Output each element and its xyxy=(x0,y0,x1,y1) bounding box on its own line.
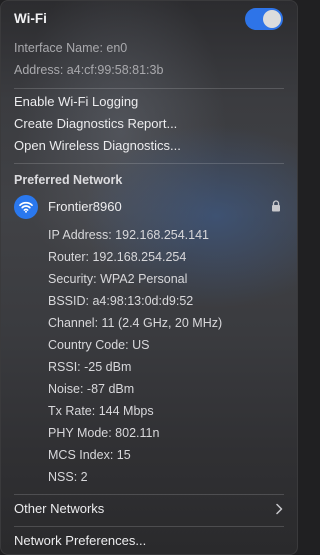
chevron-right-icon[interactable] xyxy=(275,502,283,520)
separator xyxy=(14,494,284,495)
nss: NSS: 2 xyxy=(48,470,88,484)
open-wireless-diagnostics-item[interactable]: Open Wireless Diagnostics... xyxy=(14,138,181,154)
wifi-menu: Wi-Fi Interface Name: en0 Address: a4:cf… xyxy=(0,0,298,555)
noise: Noise: -87 dBm xyxy=(48,382,135,396)
router: Router: 192.168.254.254 xyxy=(48,250,187,264)
separator xyxy=(14,163,284,164)
wifi-icon xyxy=(14,195,38,219)
channel: Channel: 11 (2.4 GHz, 20 MHz) xyxy=(48,316,223,330)
toggle-knob xyxy=(263,10,281,28)
menu-title: Wi-Fi xyxy=(14,11,47,26)
ip-address: IP Address: 192.168.254.141 xyxy=(48,228,210,242)
mcs-index: MCS Index: 15 xyxy=(48,448,131,462)
wifi-toggle[interactable] xyxy=(245,8,283,30)
bssid: BSSID: a4:98:13:0d:d9:52 xyxy=(48,294,194,308)
enable-wifi-logging-item[interactable]: Enable Wi-Fi Logging xyxy=(14,94,138,110)
other-networks-item[interactable]: Other Networks xyxy=(14,501,104,517)
rssi: RSSI: -25 dBm xyxy=(48,360,132,374)
country-code: Country Code: US xyxy=(48,338,150,352)
network-name[interactable]: Frontier8960 xyxy=(48,199,122,215)
security: Security: WPA2 Personal xyxy=(48,272,188,286)
phy-mode: PHY Mode: 802.11n xyxy=(48,426,160,440)
create-diagnostics-report-item[interactable]: Create Diagnostics Report... xyxy=(14,116,177,132)
interface-name: Interface Name: en0 xyxy=(14,41,128,55)
separator xyxy=(14,88,284,89)
network-preferences-item[interactable]: Network Preferences... xyxy=(14,533,146,549)
tx-rate: Tx Rate: 144 Mbps xyxy=(48,404,154,418)
mac-address: Address: a4:cf:99:58:81:3b xyxy=(14,63,164,77)
preferred-network-heading: Preferred Network xyxy=(14,173,123,187)
separator xyxy=(14,526,284,527)
lock-icon xyxy=(271,199,281,217)
